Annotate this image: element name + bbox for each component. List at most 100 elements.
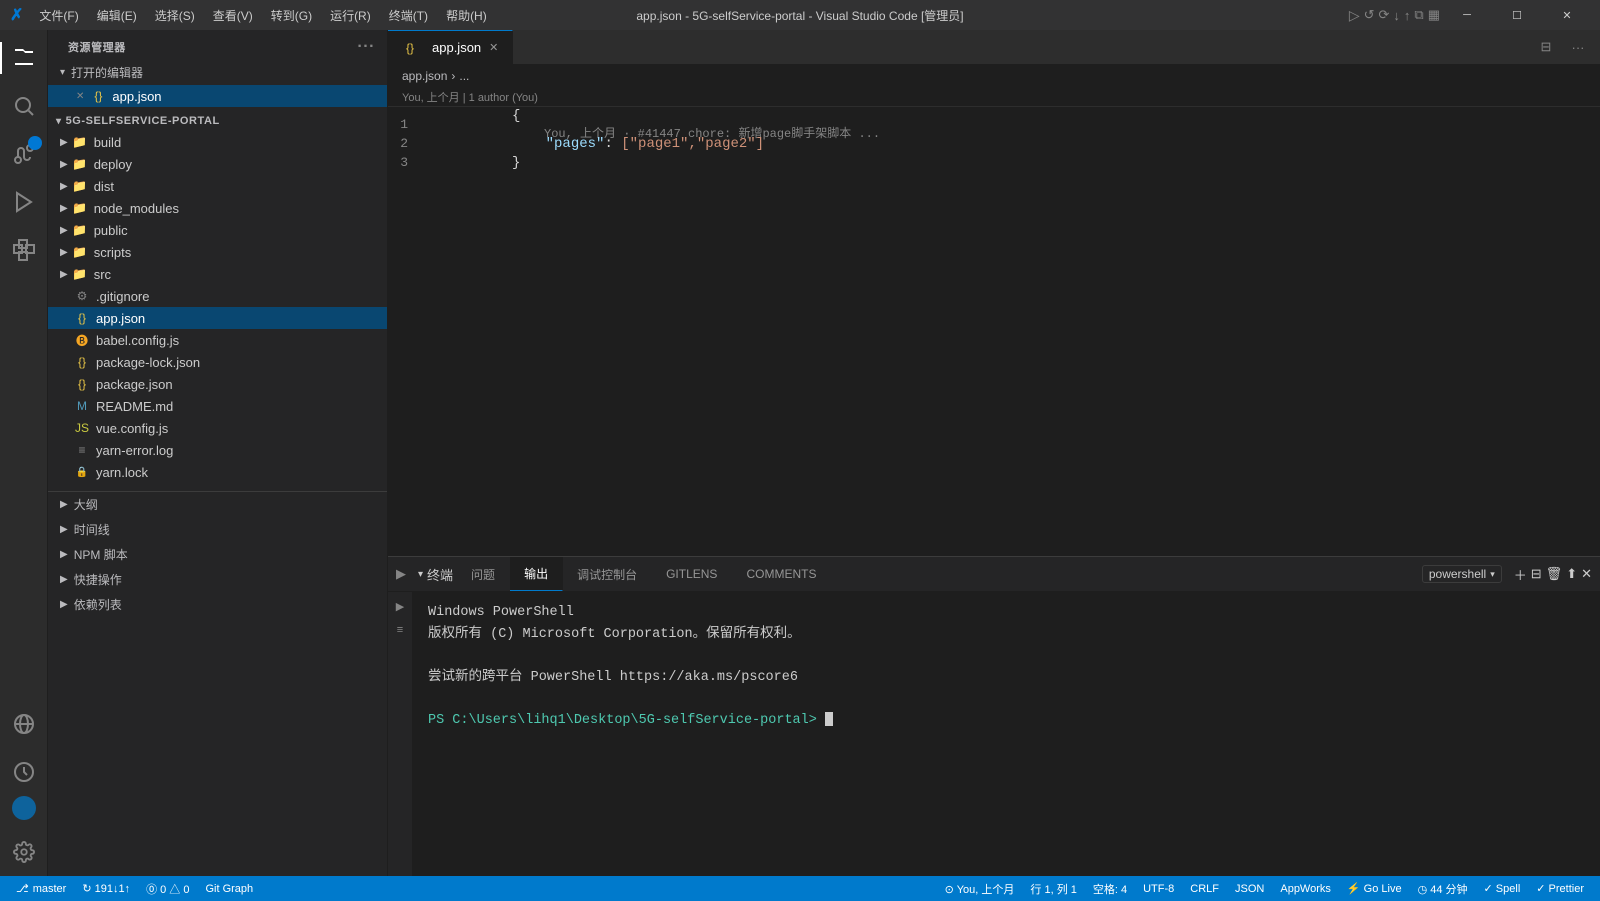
add-terminal-button[interactable]: ＋ — [1514, 565, 1527, 584]
panel-tab-gitlens[interactable]: GITLENS — [652, 557, 732, 591]
deps-section[interactable]: ▶ 依赖列表 — [48, 592, 387, 617]
sidebar-more-button[interactable]: ··· — [357, 38, 375, 56]
file-package-json[interactable]: {} package.json — [48, 373, 387, 395]
tab-close-button[interactable]: ✕ — [489, 41, 498, 54]
step-into-button[interactable]: ↓ — [1393, 8, 1400, 23]
panel-toggle-button[interactable]: ▶ — [388, 557, 414, 591]
golive-text: ⚡ Go Live — [1347, 882, 1402, 895]
maximize-button[interactable]: ☐ — [1494, 0, 1540, 30]
source-control-icon[interactable] — [0, 130, 48, 178]
terminal-section-label: ▾ 终端 — [414, 557, 457, 591]
menu-select[interactable]: 选择(S) — [147, 5, 203, 26]
terminal-content[interactable]: Windows PowerShell 版权所有 (C) Microsoft Co… — [412, 592, 1600, 876]
git-graph-status[interactable]: Git Graph — [197, 876, 261, 901]
folder-deploy[interactable]: ▶ 📁 deploy — [48, 153, 387, 175]
language-status[interactable]: JSON — [1227, 876, 1272, 901]
file-vue-config[interactable]: JS vue.config.js — [48, 417, 387, 439]
split-editor-button[interactable]: ⧉ — [1414, 7, 1423, 23]
panel-tab-debug[interactable]: 调试控制台 — [563, 557, 652, 591]
timeline-section[interactable]: ▶ 时间线 — [48, 517, 387, 542]
settings-icon[interactable] — [0, 828, 48, 876]
file-readme[interactable]: M README.md — [48, 395, 387, 417]
step-over-button[interactable]: ⟳ — [1379, 7, 1390, 23]
terminal-sidebar-btn-2[interactable]: ≡ — [390, 620, 410, 640]
split-right-button[interactable]: ⊟ — [1532, 33, 1560, 61]
step-out-button[interactable]: ↑ — [1404, 8, 1411, 23]
terminal-sidebar-btn-1[interactable]: ▶ — [390, 596, 410, 616]
folder-build-label: build — [94, 135, 121, 150]
shell-selector[interactable]: powershell ▾ — [1422, 565, 1502, 583]
extensions-icon[interactable] — [0, 226, 48, 274]
file-yarn-error[interactable]: ≡ yarn-error.log — [48, 439, 387, 461]
restart-button[interactable]: ↺ — [1364, 7, 1375, 23]
run-button[interactable]: ▷ — [1349, 7, 1360, 24]
encoding-status[interactable]: UTF-8 — [1135, 876, 1182, 901]
more-actions-button[interactable]: ··· — [1564, 33, 1592, 61]
folder-chevron: ▶ — [60, 137, 68, 148]
menu-edit[interactable]: 编辑(E) — [89, 5, 145, 26]
remote-icon[interactable] — [0, 700, 48, 748]
open-editors-label[interactable]: ▾ 打开的编辑器 — [48, 60, 387, 85]
position-status[interactable]: 行 1, 列 1 — [1022, 876, 1084, 901]
menu-help[interactable]: 帮助(H) — [438, 5, 495, 26]
folder-src[interactable]: ▶ 📁 src — [48, 263, 387, 285]
open-editor-item[interactable]: ✕ {} app.json — [48, 85, 387, 107]
search-icon[interactable] — [0, 82, 48, 130]
file-babel-config[interactable]: 🅑 babel.config.js — [48, 329, 387, 351]
file-gitignore[interactable]: ⚙ .gitignore — [48, 285, 387, 307]
menu-terminal[interactable]: 终端(T) — [381, 5, 436, 26]
panel-tab-comments[interactable]: COMMENTS — [732, 557, 831, 591]
line-ending-status[interactable]: CRLF — [1182, 876, 1227, 901]
breadcrumb-sep: › — [451, 69, 455, 83]
explorer-icon[interactable] — [0, 34, 48, 82]
panel-close-button[interactable]: ✕ — [1581, 566, 1592, 582]
panel-tab-output[interactable]: 输出 — [510, 557, 563, 591]
breadcrumb-more[interactable]: ... — [459, 69, 469, 83]
close-editor-icon[interactable]: ✕ — [76, 91, 84, 102]
timer-status[interactable]: ◷ 44 分钟 — [1410, 876, 1476, 901]
errors-status[interactable]: ⓪ 0 △ 0 — [138, 876, 197, 901]
folder-public[interactable]: ▶ 📁 public — [48, 219, 387, 241]
debug-icon[interactable] — [0, 178, 48, 226]
avatar[interactable] — [12, 796, 36, 820]
folder-dist[interactable]: ▶ 📁 dist — [48, 175, 387, 197]
timeline-icon[interactable] — [0, 748, 48, 796]
gitignore-label: .gitignore — [96, 289, 149, 304]
spell-status[interactable]: ✓ Spell — [1476, 876, 1529, 901]
kill-terminal-button[interactable]: 🗑 — [1546, 566, 1563, 582]
terminal-chevron[interactable]: ▾ — [418, 569, 423, 580]
split-terminal-button[interactable]: ⊟ — [1531, 566, 1542, 582]
panel-maximize-button[interactable]: ⬆ — [1566, 566, 1577, 582]
author-status[interactable]: ⊙ You, 上个月 — [937, 876, 1023, 901]
menu-run[interactable]: 运行(R) — [322, 5, 379, 26]
folder-node-modules[interactable]: ▶ 📁 node_modules — [48, 197, 387, 219]
folder-build[interactable]: ▶ 📁 build — [48, 131, 387, 153]
menu-goto[interactable]: 转到(G) — [263, 5, 320, 26]
minimize-button[interactable]: ─ — [1444, 0, 1490, 30]
code-editor[interactable]: 1 { You, 上个月 · #41447 chore: 新增page脚手架脚本… — [388, 107, 1600, 556]
project-chevron: ▾ — [56, 116, 62, 127]
prettier-status[interactable]: ✓ Prettier — [1528, 876, 1592, 901]
file-yarn-lock[interactable]: 🔒 yarn.lock — [48, 461, 387, 483]
outline-section[interactable]: ▶ 大纲 — [48, 492, 387, 517]
menu-file[interactable]: 文件(F) — [31, 5, 86, 26]
breadcrumb-file[interactable]: app.json — [402, 69, 447, 83]
shortcuts-section[interactable]: ▶ 快捷操作 — [48, 567, 387, 592]
spaces-status[interactable]: 空格: 4 — [1085, 876, 1135, 901]
errors-text: ⓪ 0 △ 0 — [146, 881, 189, 897]
tab-app-json[interactable]: {} app.json ✕ — [388, 30, 513, 64]
file-app-json[interactable]: {} app.json — [48, 307, 387, 329]
panel-tab-problems[interactable]: 问题 — [457, 557, 510, 591]
menu-view[interactable]: 查看(V) — [205, 5, 261, 26]
branch-status[interactable]: ⎇ master — [8, 876, 74, 901]
appworks-status[interactable]: AppWorks — [1272, 876, 1339, 901]
npm-scripts-section[interactable]: ▶ NPM 脚本 — [48, 542, 387, 567]
sync-status[interactable]: ↻ 191↓1↑ — [74, 876, 138, 901]
close-button[interactable]: ✕ — [1544, 0, 1590, 30]
branch-icon: ⎇ — [16, 882, 29, 895]
layout-button[interactable]: ▦ — [1428, 7, 1440, 23]
file-package-lock[interactable]: {} package-lock.json — [48, 351, 387, 373]
project-root[interactable]: ▾ 5G-SELFSERVICE-PORTAL — [48, 111, 387, 131]
golive-status[interactable]: ⚡ Go Live — [1339, 876, 1410, 901]
folder-scripts[interactable]: ▶ 📁 scripts — [48, 241, 387, 263]
